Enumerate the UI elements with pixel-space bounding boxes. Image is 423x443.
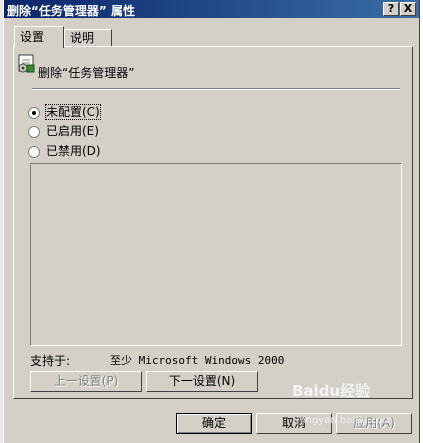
title-bar: 删除“任务管理器” 属性 ? X bbox=[4, 0, 419, 18]
tab-settings[interactable]: 设置 bbox=[14, 26, 64, 48]
previous-setting-button[interactable]: 上一设置(P) bbox=[30, 371, 142, 392]
policy-title: 删除“任务管理器” bbox=[38, 66, 135, 80]
radio-circle[interactable] bbox=[28, 106, 40, 119]
tab-explain-label: 说明 bbox=[70, 31, 95, 45]
help-button[interactable]: ? bbox=[383, 2, 399, 16]
support-label: 支持于: bbox=[30, 354, 71, 368]
tab-explain[interactable]: 说明 bbox=[64, 29, 112, 47]
policy-setting-icon bbox=[18, 54, 35, 73]
separator bbox=[32, 88, 400, 90]
radio-label: 已禁用(D) bbox=[46, 144, 101, 158]
watermark-logo: Baidu经验 bbox=[292, 382, 371, 400]
radio-label: 未配置(C) bbox=[45, 104, 101, 120]
description-box bbox=[30, 163, 402, 346]
radio-disabled[interactable]: 已禁用(D) bbox=[28, 143, 101, 159]
radio-circle[interactable] bbox=[28, 145, 40, 158]
radio-enabled[interactable]: 已启用(E) bbox=[28, 123, 99, 139]
radio-selected-dot bbox=[32, 110, 36, 115]
watermark-url: jingyan.baidu.com bbox=[300, 415, 393, 426]
radio-circle[interactable] bbox=[28, 125, 40, 138]
next-setting-button[interactable]: 下一设置(N) bbox=[146, 371, 258, 392]
ok-button[interactable]: 确定 bbox=[176, 413, 252, 434]
radio-not-configured[interactable]: 未配置(C) bbox=[28, 104, 101, 120]
tab-settings-label: 设置 bbox=[20, 30, 45, 44]
radio-label: 已启用(E) bbox=[46, 124, 99, 138]
properties-dialog: 删除“任务管理器” 属性 ? X 设置 说明 删除“任务管理器” 未配置(C) … bbox=[3, 0, 420, 443]
window-title: 删除“任务管理器” 属性 bbox=[7, 4, 135, 18]
close-button[interactable]: X bbox=[400, 2, 416, 16]
support-value: 至少 Microsoft Windows 2000 bbox=[110, 354, 285, 367]
